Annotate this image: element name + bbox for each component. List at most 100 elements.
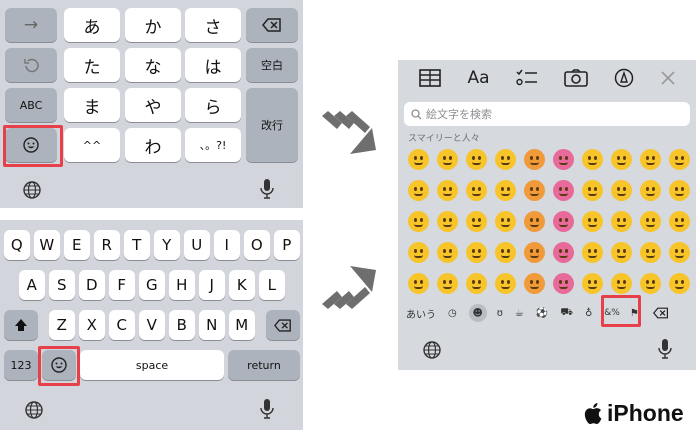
emoji-item[interactable]: [607, 175, 636, 206]
emoji-item[interactable]: [462, 237, 491, 268]
globe-icon[interactable]: [422, 340, 442, 360]
key-x[interactable]: X: [79, 310, 105, 340]
emoji-item[interactable]: [665, 144, 694, 175]
emoji-item[interactable]: [636, 268, 665, 299]
kana-key-ya[interactable]: や: [125, 88, 181, 122]
emoji-item[interactable]: [665, 206, 694, 237]
emoji-item[interactable]: [433, 175, 462, 206]
kana-key-wa[interactable]: わ: [125, 128, 181, 162]
emoji-item[interactable]: [491, 268, 520, 299]
emoji-item[interactable]: [549, 206, 578, 237]
delete-key[interactable]: [266, 310, 300, 340]
key-i[interactable]: I: [214, 230, 240, 260]
key-g[interactable]: G: [139, 270, 165, 300]
emoji-item[interactable]: [404, 175, 433, 206]
undo-key[interactable]: [5, 48, 57, 82]
recent-icon[interactable]: ◷: [448, 308, 457, 319]
kana-key-na[interactable]: な: [125, 48, 181, 82]
travel-category-icon[interactable]: ⛟: [560, 307, 573, 320]
animals-category-icon[interactable]: ʊ: [497, 308, 503, 319]
key-j[interactable]: J: [199, 270, 225, 300]
shift-key[interactable]: [4, 310, 38, 340]
emoji-item[interactable]: [636, 175, 665, 206]
emoji-item[interactable]: [462, 144, 491, 175]
emoji-item[interactable]: [462, 206, 491, 237]
delete-key[interactable]: [246, 8, 298, 42]
emoji-item[interactable]: [491, 144, 520, 175]
emoji-item[interactable]: [549, 144, 578, 175]
emoji-item[interactable]: [520, 144, 549, 175]
enter-key[interactable]: 改行: [246, 88, 298, 162]
delete-icon[interactable]: [652, 307, 669, 319]
emoji-item[interactable]: [520, 175, 549, 206]
emoji-item[interactable]: [607, 206, 636, 237]
key-n[interactable]: N: [199, 310, 225, 340]
kana-key-punct[interactable]: 、。?!: [185, 128, 241, 162]
emoji-item[interactable]: [404, 144, 433, 175]
key-p[interactable]: P: [274, 230, 300, 260]
key-z[interactable]: Z: [49, 310, 75, 340]
key-k[interactable]: K: [229, 270, 255, 300]
space-key[interactable]: 空白: [246, 48, 298, 82]
key-r[interactable]: R: [94, 230, 120, 260]
emoji-item[interactable]: [462, 175, 491, 206]
abc-key[interactable]: ABC: [5, 88, 57, 122]
emoji-item[interactable]: [607, 237, 636, 268]
emoji-item[interactable]: [665, 268, 694, 299]
key-y[interactable]: Y: [154, 230, 180, 260]
key-a[interactable]: A: [19, 270, 45, 300]
emoji-item[interactable]: [607, 144, 636, 175]
emoji-item[interactable]: [578, 237, 607, 268]
emoji-item[interactable]: [404, 206, 433, 237]
emoji-item[interactable]: [433, 268, 462, 299]
numbers-key[interactable]: 123: [4, 350, 38, 380]
key-o[interactable]: O: [244, 230, 270, 260]
key-m[interactable]: M: [229, 310, 255, 340]
checklist-icon[interactable]: [516, 69, 538, 87]
kana-key-kaomoji[interactable]: ^^: [64, 128, 120, 162]
emoji-item[interactable]: [549, 237, 578, 268]
kana-switch-button[interactable]: あいう: [406, 306, 436, 321]
return-key[interactable]: return: [228, 350, 300, 380]
key-b[interactable]: B: [169, 310, 195, 340]
emoji-item[interactable]: [549, 268, 578, 299]
text-format-button[interactable]: Aa: [467, 68, 489, 88]
key-q[interactable]: Q: [4, 230, 30, 260]
emoji-search-input[interactable]: 絵文字を検索: [404, 102, 690, 126]
microphone-icon[interactable]: [260, 398, 274, 420]
emoji-item[interactable]: [491, 206, 520, 237]
globe-icon[interactable]: [22, 180, 42, 200]
microphone-icon[interactable]: [658, 338, 672, 360]
emoji-item[interactable]: [462, 268, 491, 299]
table-icon[interactable]: [419, 69, 441, 87]
emoji-item[interactable]: [433, 206, 462, 237]
key-s[interactable]: S: [49, 270, 75, 300]
kana-key-a[interactable]: あ: [64, 8, 120, 42]
emoji-item[interactable]: [578, 206, 607, 237]
smileys-category-icon[interactable]: ☻: [468, 304, 487, 322]
camera-icon[interactable]: [564, 69, 588, 87]
emoji-item[interactable]: [549, 175, 578, 206]
arrow-key[interactable]: →: [5, 8, 57, 42]
emoji-item[interactable]: [636, 206, 665, 237]
key-v[interactable]: V: [139, 310, 165, 340]
kana-key-ra[interactable]: ら: [185, 88, 241, 122]
close-icon[interactable]: [661, 71, 675, 85]
microphone-icon[interactable]: [260, 178, 274, 200]
emoji-item[interactable]: [520, 237, 549, 268]
emoji-item[interactable]: [433, 237, 462, 268]
food-category-icon[interactable]: ☕: [515, 308, 524, 319]
emoji-item[interactable]: [636, 144, 665, 175]
kana-key-ka[interactable]: か: [125, 8, 181, 42]
key-e[interactable]: E: [64, 230, 90, 260]
key-u[interactable]: U: [184, 230, 210, 260]
kana-key-ta[interactable]: た: [64, 48, 120, 82]
kana-key-ma[interactable]: ま: [64, 88, 120, 122]
key-d[interactable]: D: [79, 270, 105, 300]
emoji-item[interactable]: [665, 237, 694, 268]
space-bar[interactable]: space: [80, 350, 224, 380]
kana-key-ha[interactable]: は: [185, 48, 241, 82]
key-h[interactable]: H: [169, 270, 195, 300]
emoji-item[interactable]: [578, 144, 607, 175]
sports-category-icon[interactable]: ⚽: [536, 308, 548, 319]
